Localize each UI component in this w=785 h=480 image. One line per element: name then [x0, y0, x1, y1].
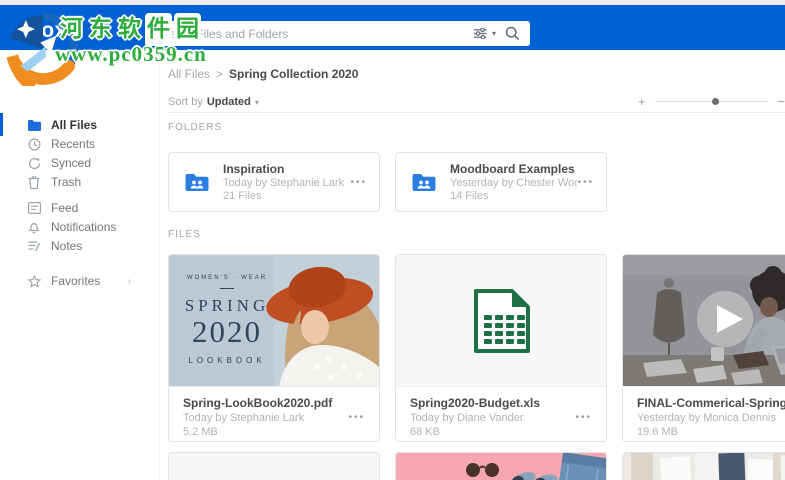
- trash-icon: [27, 175, 41, 189]
- sidebar-item-label: Notes: [51, 239, 83, 253]
- file-size: 19.6 MB: [637, 426, 678, 438]
- lookbook-cover-photo: WOMEN'S · WEAR SPRING 2020 LOOKBOOK: [169, 255, 379, 387]
- sync-icon: [27, 156, 41, 170]
- sidebar-item-label: Favorites: [51, 274, 101, 288]
- chevron-down-icon[interactable]: ▾: [492, 29, 496, 38]
- sidebar-item-synced[interactable]: Synced: [0, 153, 159, 173]
- sidebar-item-label: All Files: [51, 118, 98, 132]
- spreadsheet-icon-thumbnail: [396, 255, 606, 387]
- folder-card-inspiration[interactable]: Inspiration Today by Stephanie Lark 21 F…: [168, 152, 380, 212]
- file-card-row2-2[interactable]: [395, 452, 607, 480]
- file-name: Spring2020-Budget.xls: [410, 396, 541, 410]
- bell-icon: [27, 220, 41, 234]
- file-card-spring-lookbook-pdf[interactable]: WOMEN'S · WEAR SPRING 2020 LOOKBOOK Spri…: [168, 254, 380, 442]
- zoom-out-button[interactable]: −: [777, 95, 785, 108]
- feed-icon: [27, 201, 41, 215]
- sidebar-item-label: Recents: [51, 137, 96, 151]
- clock-icon: [27, 137, 41, 151]
- search-input[interactable]: [145, 26, 474, 41]
- collab-folder-icon: [411, 172, 437, 193]
- file-meta: Today by Stephanie Lark: [183, 412, 305, 424]
- filter-sliders-icon[interactable]: [473, 28, 487, 39]
- more-options-icon[interactable]: •••: [575, 412, 592, 423]
- breadcrumb: All Files > Spring Collection 2020: [168, 67, 358, 81]
- file-size: 5.2 MB: [183, 426, 218, 438]
- more-options-icon[interactable]: •••: [348, 412, 365, 423]
- pink-fashion-flatlay-photo: [396, 453, 606, 480]
- folder-name: Moodboard Examples: [450, 162, 575, 176]
- zoom-slider-handle[interactable]: [711, 97, 719, 105]
- file-name: FINAL-Commerical-Spring2020.mp4: [637, 396, 785, 410]
- sidebar-item-label: Notifications: [51, 220, 117, 234]
- folder-icon: [27, 118, 41, 132]
- header-divider: [168, 112, 785, 113]
- search-icon[interactable]: [505, 26, 520, 41]
- box-logo: box: [28, 19, 67, 42]
- thumbnail-zoom-slider: + −: [638, 94, 785, 108]
- breadcrumb-separator: >: [216, 67, 224, 81]
- file-card-row2-3[interactable]: [622, 452, 785, 480]
- notes-icon: [27, 239, 41, 253]
- folder-count: 21 Files: [223, 190, 262, 202]
- breadcrumb-current: Spring Collection 2020: [229, 67, 359, 81]
- star-icon: [27, 274, 41, 288]
- sidebar-item-feed[interactable]: Feed: [0, 198, 159, 218]
- chevron-down-icon[interactable]: ▾: [255, 98, 259, 107]
- zoom-in-button[interactable]: +: [638, 95, 646, 108]
- folder-meta: Today by Stephanie Lark: [223, 177, 345, 189]
- chevron-right-icon[interactable]: ›: [128, 276, 131, 287]
- more-options-icon[interactable]: •••: [577, 177, 594, 188]
- topbar: box ▾: [0, 5, 785, 50]
- folder-meta: Yesterday by Chester Wood: [450, 177, 578, 189]
- collab-folder-icon: [184, 172, 210, 193]
- sidebar-item-favorites[interactable]: Favorites ›: [0, 271, 159, 291]
- zoom-slider-track[interactable]: [654, 97, 769, 105]
- file-name: Spring-LookBook2020.pdf: [183, 396, 333, 410]
- sort-control[interactable]: Sort by Updated ▾: [168, 96, 259, 108]
- sidebar-item-recents[interactable]: Recents: [0, 134, 159, 154]
- sidebar-item-label: Feed: [51, 201, 79, 215]
- folder-count: 14 Files: [450, 190, 489, 202]
- video-still-thumbnail: [623, 255, 785, 387]
- files-section-label: FILES: [168, 229, 201, 240]
- sketch-wall-photo: [623, 453, 785, 480]
- blank-thumbnail: [169, 453, 379, 480]
- sort-label: Sort by: [168, 96, 203, 108]
- file-meta: Yesterday by Monica Dennis: [637, 412, 777, 424]
- app-window: box ▾: [0, 0, 785, 480]
- file-card-row2-1[interactable]: [168, 452, 380, 480]
- folder-card-moodboard-examples[interactable]: Moodboard Examples Yesterday by Chester …: [395, 152, 607, 212]
- sidebar-item-label: Trash: [51, 175, 82, 189]
- spreadsheet-icon: [474, 289, 530, 353]
- folder-name: Inspiration: [223, 162, 285, 176]
- sidebar-item-trash[interactable]: Trash: [0, 172, 159, 192]
- sidebar-item-all-files[interactable]: All Files: [0, 115, 159, 135]
- sidebar-item-label: Synced: [51, 156, 92, 170]
- more-options-icon[interactable]: •••: [350, 177, 367, 188]
- file-meta: Today by Diane Vander: [410, 412, 524, 424]
- folders-section-label: FOLDERS: [168, 122, 223, 133]
- file-card-spring-budget-xls[interactable]: Spring2020-Budget.xls Today by Diane Van…: [395, 254, 607, 442]
- sidebar-item-notifications[interactable]: Notifications: [0, 217, 159, 237]
- sort-value[interactable]: Updated: [207, 96, 251, 108]
- sidebar-item-notes[interactable]: Notes: [0, 236, 159, 256]
- file-card-final-commercial-mp4[interactable]: FINAL-Commerical-Spring2020.mp4 Yesterda…: [622, 254, 785, 442]
- breadcrumb-root[interactable]: All Files: [168, 67, 210, 81]
- search-bar[interactable]: ▾: [145, 21, 530, 46]
- sidebar: All Files Recents Synced Trash Feed Noti…: [0, 50, 160, 480]
- file-size: 68 KB: [410, 426, 440, 438]
